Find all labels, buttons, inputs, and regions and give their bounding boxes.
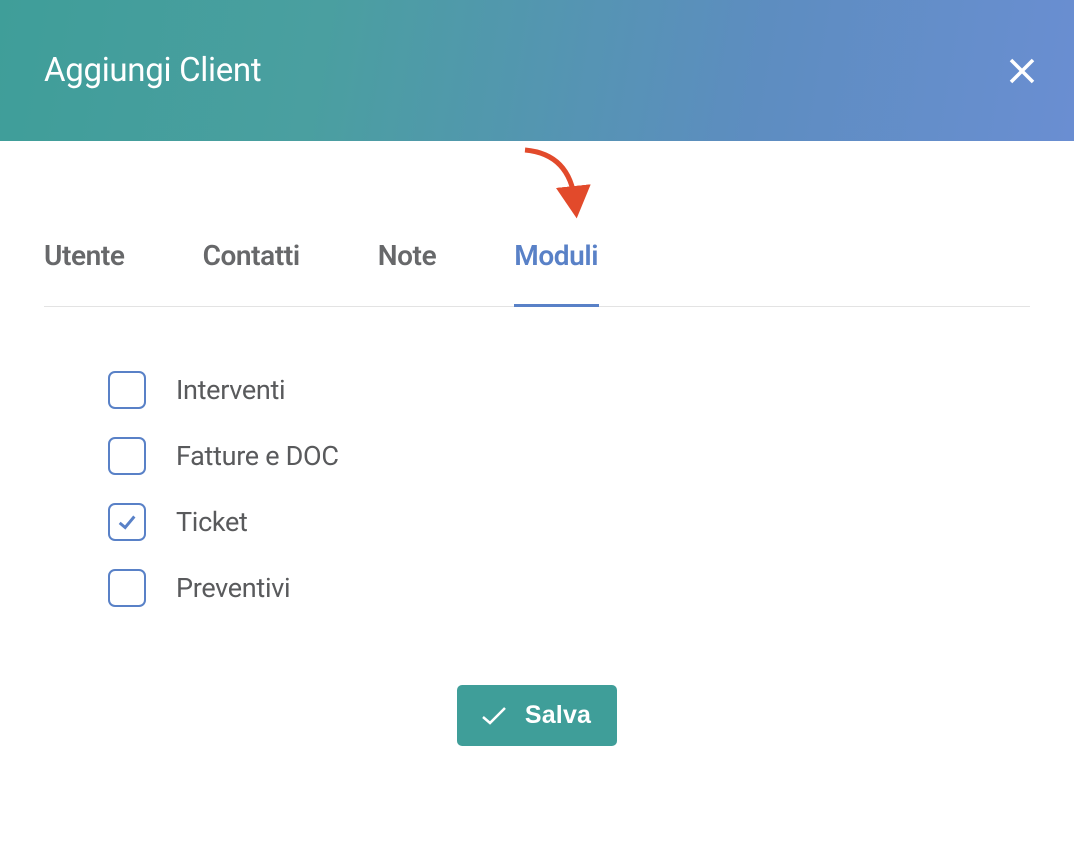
dialog-title: Aggiungi Client <box>44 51 261 90</box>
option-label: Preventivi <box>176 572 290 604</box>
module-options: Interventi Fatture e DOC Ticket Preventi… <box>108 371 1074 607</box>
tab-note[interactable]: Note <box>378 239 437 306</box>
option-ticket: Ticket <box>108 503 1074 541</box>
tab-contatti[interactable]: Contatti <box>203 239 300 306</box>
option-preventivi: Preventivi <box>108 569 1074 607</box>
save-button[interactable]: Salva <box>457 685 617 746</box>
action-row: Salva <box>0 685 1074 746</box>
close-button[interactable] <box>1002 51 1042 91</box>
checkbox-fatture[interactable] <box>108 437 146 475</box>
tab-bar: Utente Contatti Note Moduli <box>44 239 1030 307</box>
dialog-header: Aggiungi Client <box>0 0 1074 141</box>
checkbox-interventi[interactable] <box>108 371 146 409</box>
option-fatture: Fatture e DOC <box>108 437 1074 475</box>
option-label: Interventi <box>176 374 285 406</box>
option-label: Ticket <box>176 506 248 538</box>
annotation-arrow-icon <box>505 140 605 230</box>
close-icon <box>1008 57 1036 85</box>
tab-utente[interactable]: Utente <box>44 239 125 306</box>
option-label: Fatture e DOC <box>176 440 339 472</box>
check-icon <box>481 706 507 726</box>
tab-moduli[interactable]: Moduli <box>514 239 598 306</box>
checkbox-ticket[interactable] <box>108 503 146 541</box>
save-button-label: Salva <box>525 701 591 730</box>
checkbox-preventivi[interactable] <box>108 569 146 607</box>
option-interventi: Interventi <box>108 371 1074 409</box>
